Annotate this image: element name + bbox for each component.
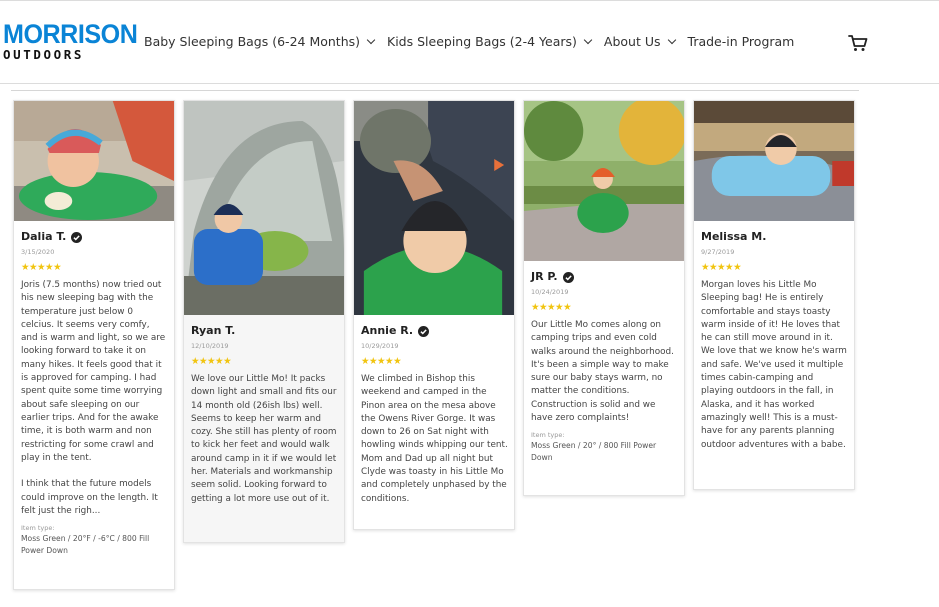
- review-photo[interactable]: [354, 101, 514, 315]
- main-nav: Baby Sleeping Bags (6-24 Months) Kids Sl…: [144, 34, 807, 49]
- star-rating: ★★★★★: [191, 356, 232, 367]
- review-photo[interactable]: [694, 101, 854, 221]
- review-card[interactable]: Dalia T. 3/15/2020 ★★★★★ Joris (7.5 mont…: [13, 100, 175, 590]
- site-header: MORRISON OUTDOORS Baby Sleeping Bags (6-…: [0, 0, 939, 84]
- star-rating: ★★★★★: [701, 262, 742, 273]
- verified-badge-icon: [418, 325, 430, 337]
- nav-item-kids-sleeping-bags[interactable]: Kids Sleeping Bags (2-4 Years): [387, 34, 593, 49]
- verified-badge-icon: [71, 231, 83, 243]
- review-card[interactable]: Melissa M. 9/27/2019 ★★★★★ Morgan loves …: [693, 100, 855, 490]
- review-card[interactable]: Annie R. 10/29/2019 ★★★★★ We climbed in …: [353, 100, 515, 530]
- review-card[interactable]: Ryan T. 12/10/2019 ★★★★★ We love our Lit…: [183, 100, 345, 543]
- item-type-label: Item type:: [531, 431, 565, 440]
- star-rating: ★★★★★: [531, 302, 572, 313]
- chevron-down-icon: [667, 35, 676, 44]
- review-photo[interactable]: [14, 101, 174, 221]
- chevron-down-icon: [583, 35, 593, 44]
- reviewer-name: Annie R.: [361, 324, 414, 337]
- brand-logo[interactable]: MORRISON OUTDOORS: [3, 19, 138, 62]
- nav-item-about-us[interactable]: About Us: [603, 34, 676, 49]
- review-date: 10/24/2019: [531, 288, 569, 296]
- reviewer-name: JR P.: [531, 270, 558, 283]
- review-date: 9/27/2019: [701, 248, 735, 256]
- brand-name-bottom: OUTDOORS: [3, 47, 85, 62]
- review-date: 3/15/2020: [21, 248, 55, 256]
- nav-item-label: About Us: [603, 34, 661, 49]
- section-divider: [11, 90, 859, 91]
- reviewer-name: Melissa M.: [701, 230, 767, 243]
- review-card[interactable]: JR P. 10/24/2019 ★★★★★ Our Little Mo com…: [523, 100, 685, 496]
- nav-item-label: Trade-in Program: [687, 34, 795, 49]
- nav-item-label: Baby Sleeping Bags (6-24 Months): [144, 34, 361, 49]
- verified-badge-icon: [562, 271, 574, 283]
- review-date: 12/10/2019: [191, 342, 229, 350]
- nav-item-baby-sleeping-bags[interactable]: Baby Sleeping Bags (6-24 Months): [144, 34, 376, 49]
- review-text: We love our Little Mo! It packs down lig…: [191, 374, 337, 504]
- star-rating: ★★★★★: [361, 356, 402, 367]
- item-type-label: Item type:: [21, 524, 55, 533]
- chevron-down-icon: [366, 35, 376, 44]
- review-photo[interactable]: [184, 101, 344, 315]
- review-date: 10/29/2019: [361, 342, 399, 350]
- review-text: Morgan loves his Little Mo Sleeping bag!…: [701, 280, 847, 450]
- review-text: Joris (7.5 months) now tried out his new…: [21, 280, 166, 517]
- brand-name-top: MORRISON: [3, 19, 138, 49]
- cart-icon[interactable]: [848, 34, 868, 52]
- item-type-value: Moss Green / 20° / 800 Fill Power Down: [531, 441, 657, 462]
- item-type-value: Moss Green / 20°F / -6°C / 800 Fill Powe…: [21, 534, 150, 555]
- reviewer-name: Ryan T.: [191, 324, 236, 337]
- nav-item-trade-in-program[interactable]: Trade-in Program: [688, 34, 795, 49]
- review-text: Our Little Mo comes along on camping tri…: [531, 320, 674, 424]
- reviewer-name: Dalia T.: [21, 230, 67, 243]
- review-photo[interactable]: [524, 101, 684, 261]
- star-rating: ★★★★★: [21, 262, 62, 273]
- review-text: We climbed in Bishop this weekend and ca…: [361, 374, 508, 504]
- nav-item-label: Kids Sleeping Bags (2-4 Years): [387, 34, 577, 49]
